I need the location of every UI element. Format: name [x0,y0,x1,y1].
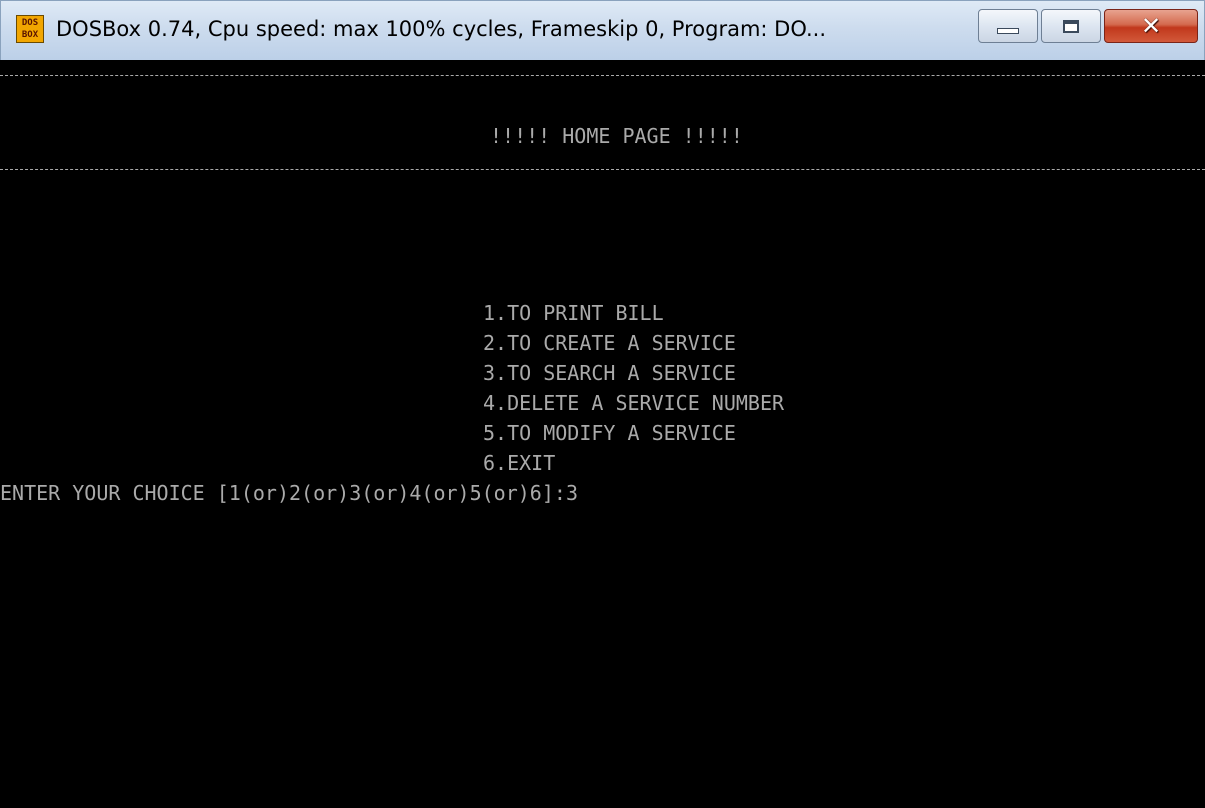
choice-prompt-line[interactable]: ENTER YOUR CHOICE [1(or)2(or)3(or)4(or)5… [0,478,578,508]
dosbox-icon[interactable]: DOS BOX [16,15,44,43]
maximize-button[interactable] [1041,9,1101,43]
minimize-icon [997,28,1019,34]
main-menu: 1.TO PRINT BILL 2.TO CREATE A SERVICE 3.… [483,298,784,478]
maximize-icon [1063,19,1079,33]
minimize-button[interactable] [978,9,1038,43]
window-title: DOSBox 0.74, Cpu speed: max 100% cycles,… [56,17,827,41]
menu-item: 3.TO SEARCH A SERVICE [483,361,736,385]
menu-item: 2.TO CREATE A SERVICE [483,331,736,355]
close-icon: ✕ [1140,12,1162,40]
title-bar[interactable]: DOS BOX DOSBox 0.74, Cpu speed: max 100%… [0,0,1205,60]
dosbox-window: DOS BOX DOSBox 0.74, Cpu speed: max 100%… [0,0,1205,808]
bottom-separator [0,169,1205,170]
menu-item: 5.TO MODIFY A SERVICE [483,421,736,445]
menu-item: 6.EXIT [483,451,556,475]
close-button[interactable]: ✕ [1104,9,1198,43]
top-separator [0,75,1205,76]
icon-line-top: DOS [21,18,39,28]
choice-prompt: ENTER YOUR CHOICE [1(or)2(or)3(or)4(or)5… [0,481,566,505]
menu-item: 4.DELETE A SERVICE NUMBER [483,391,785,415]
dos-screen[interactable]: !!!!! HOME PAGE !!!!! 1.TO PRINT BILL 2.… [0,60,1205,808]
page-header: !!!!! HOME PAGE !!!!! [490,124,743,148]
choice-input[interactable]: 3 [566,481,578,505]
icon-line-bottom: BOX [21,30,39,40]
menu-item: 1.TO PRINT BILL [483,301,664,325]
